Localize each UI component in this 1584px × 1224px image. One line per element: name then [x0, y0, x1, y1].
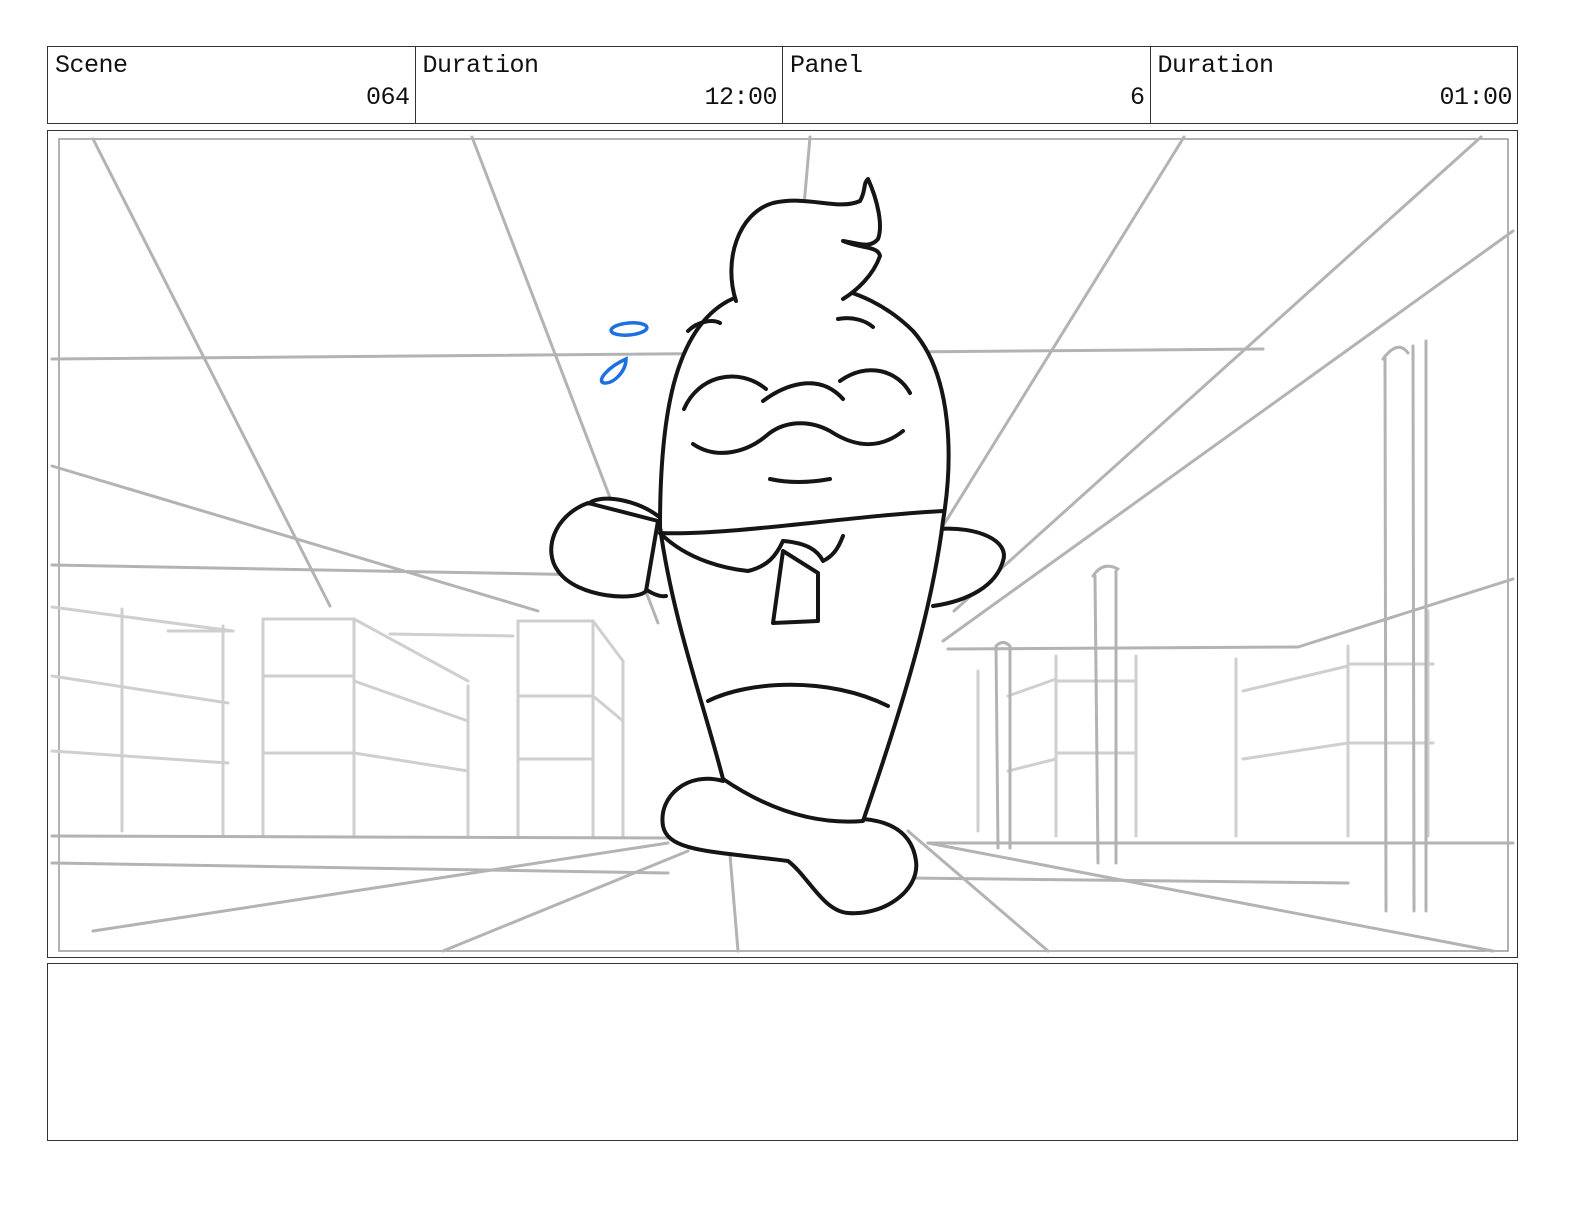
fish-mascot-character: [549, 177, 1006, 916]
scene-label: Scene: [55, 51, 128, 80]
panel-duration-label: Duration: [1157, 51, 1275, 80]
panel-number: 6: [1129, 83, 1145, 112]
panel-label: Panel: [790, 51, 863, 80]
scene-duration-cell: Duration 12:00: [416, 47, 783, 123]
panel-header: Scene 064 Duration 12:00 Panel 6 Duratio…: [47, 46, 1518, 124]
scene-duration-value: 12:00: [704, 83, 777, 112]
sweat-drops-icon: [599, 321, 649, 385]
storyboard-sketch: [50, 135, 1515, 953]
scene-duration-label: Duration: [422, 51, 540, 80]
storyboard-drawing-frame: [47, 130, 1518, 958]
panel-cell: Panel 6: [783, 47, 1151, 123]
panel-duration-cell: Duration 01:00: [1151, 47, 1518, 123]
scene-cell: Scene 064: [48, 47, 416, 123]
scene-number: 064: [365, 83, 410, 112]
panel-notes-box: [47, 963, 1518, 1141]
panel-duration-value: 01:00: [1439, 83, 1512, 112]
